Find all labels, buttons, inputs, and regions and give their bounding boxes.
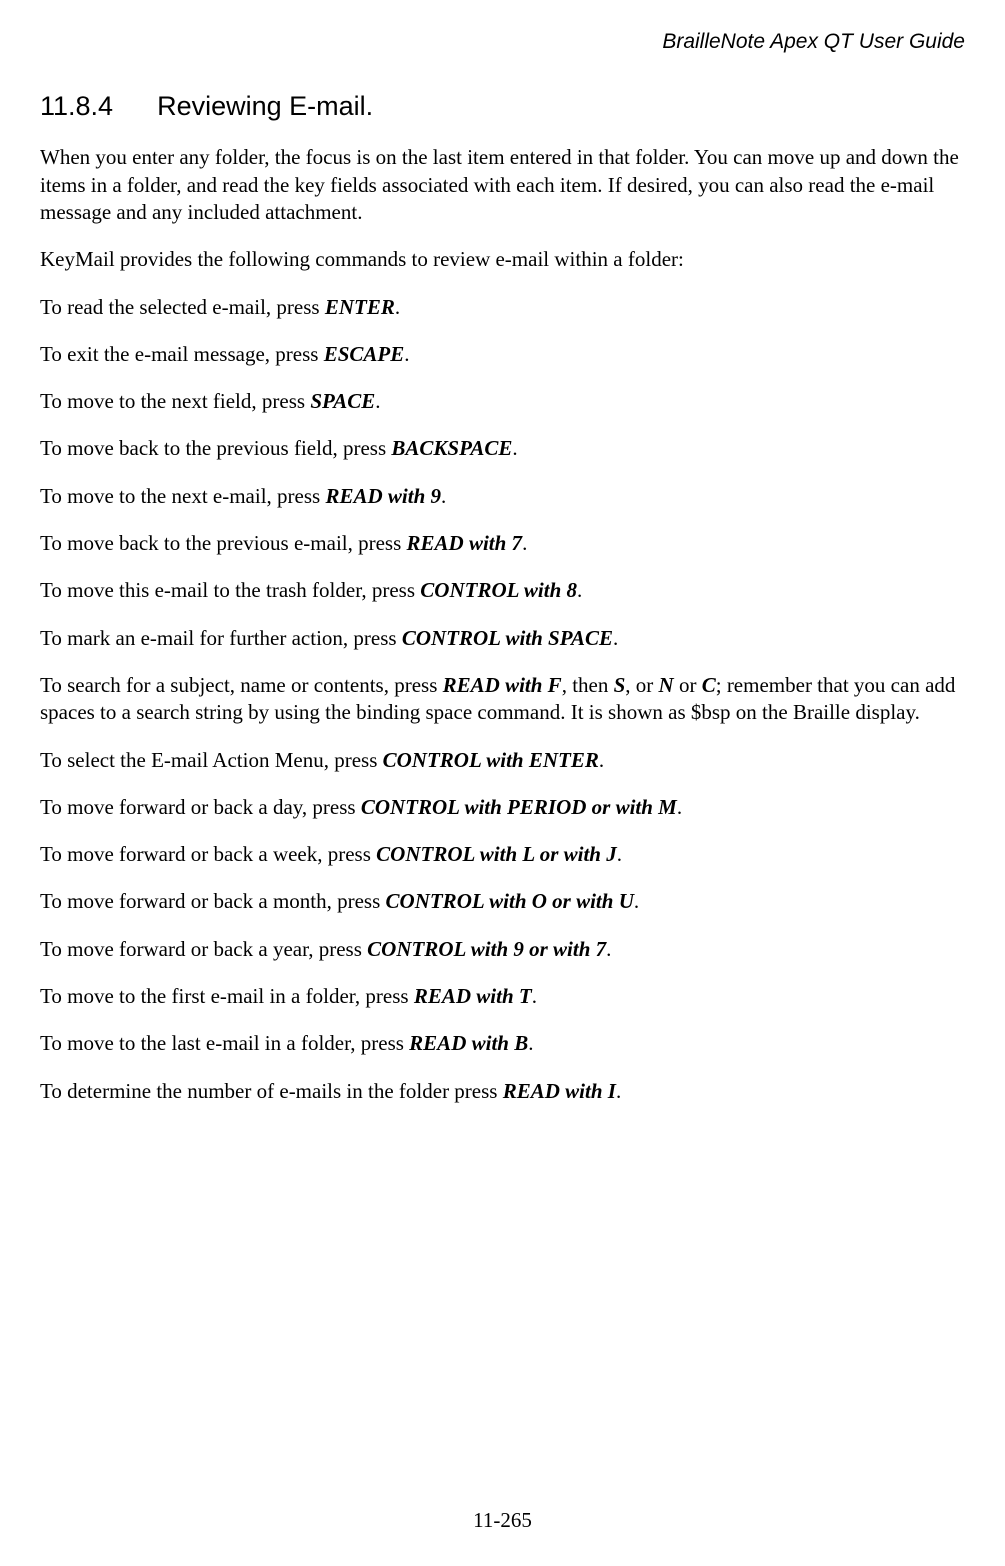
- page-container: BrailleNote Apex QT User Guide 11.8.4 Rev…: [0, 0, 1005, 1566]
- command-line-1: To read the selected e-mail, press ENTER…: [40, 294, 965, 321]
- command-line-8: To mark an e-mail for further action, pr…: [40, 625, 965, 652]
- key-s: S: [614, 673, 626, 697]
- key-control-enter: CONTROL with ENTER: [383, 748, 599, 772]
- key-n: N: [659, 673, 674, 697]
- command-line-11: To move forward or back a day, press CON…: [40, 794, 965, 821]
- section-heading: 11.8.4 Reviewing E-mail.: [40, 89, 965, 124]
- command-line-3: To move to the next field, press SPACE.: [40, 388, 965, 415]
- section-number: 11.8.4: [40, 89, 113, 124]
- command-line-15: To move to the first e-mail in a folder,…: [40, 983, 965, 1010]
- command-line-2: To exit the e-mail message, press ESCAPE…: [40, 341, 965, 368]
- command-line-17: To determine the number of e-mails in th…: [40, 1078, 965, 1105]
- page-footer: 11-265: [0, 1507, 1005, 1534]
- command-line-13: To move forward or back a month, press C…: [40, 888, 965, 915]
- section-title: Reviewing E-mail.: [157, 91, 373, 121]
- command-line-6: To move back to the previous e-mail, pre…: [40, 530, 965, 557]
- key-read-b: READ with B: [409, 1031, 528, 1055]
- key-control-space: CONTROL with SPACE: [402, 626, 613, 650]
- key-control-l-j: CONTROL with L or with J: [376, 842, 617, 866]
- intro-paragraph-2: KeyMail provides the following commands …: [40, 246, 965, 273]
- command-line-4: To move back to the previous field, pres…: [40, 435, 965, 462]
- key-control-8: CONTROL with 8: [420, 578, 577, 602]
- running-header: BrailleNote Apex QT User Guide: [40, 28, 965, 55]
- command-line-5: To move to the next e-mail, press READ w…: [40, 483, 965, 510]
- command-line-7: To move this e-mail to the trash folder,…: [40, 577, 965, 604]
- key-backspace: BACKSPACE: [391, 436, 512, 460]
- key-read-t: READ with T: [414, 984, 532, 1008]
- command-line-9: To search for a subject, name or content…: [40, 672, 965, 727]
- key-read-f: READ with F: [443, 673, 562, 697]
- key-escape: ESCAPE: [324, 342, 405, 366]
- key-read-7: READ with 7: [407, 531, 523, 555]
- command-line-16: To move to the last e-mail in a folder, …: [40, 1030, 965, 1057]
- command-line-10: To select the E-mail Action Menu, press …: [40, 747, 965, 774]
- key-control-o-u: CONTROL with O or with U: [386, 889, 634, 913]
- key-c: C: [702, 673, 716, 697]
- key-read-i: READ with I: [503, 1079, 616, 1103]
- key-enter: ENTER: [325, 295, 395, 319]
- command-line-12: To move forward or back a week, press CO…: [40, 841, 965, 868]
- key-control-9-7: CONTROL with 9 or with 7: [367, 937, 606, 961]
- key-read-9: READ with 9: [325, 484, 441, 508]
- command-line-14: To move forward or back a year, press CO…: [40, 936, 965, 963]
- key-control-period-m: CONTROL with PERIOD or with M: [361, 795, 677, 819]
- key-space: SPACE: [310, 389, 375, 413]
- intro-paragraph-1: When you enter any folder, the focus is …: [40, 144, 965, 226]
